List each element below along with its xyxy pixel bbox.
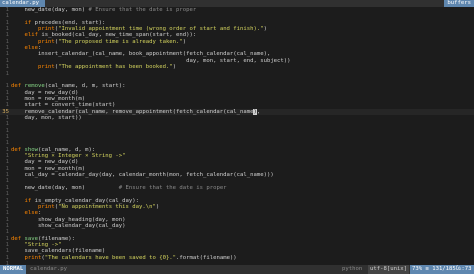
buffers-indicator[interactable]: buffers xyxy=(444,0,474,7)
code-token: else xyxy=(24,210,38,217)
code-token: mon = new_month(m) xyxy=(11,165,86,172)
code-token: show_calendar_day(cal_day) xyxy=(11,222,126,229)
code-token: day, mon, start)) xyxy=(11,114,82,121)
code-token: cal_day = calendar_day(day, calendar_mon… xyxy=(11,172,274,179)
code-token: precedes(end, start): xyxy=(31,19,106,26)
code-token: , xyxy=(256,108,261,115)
code-token: print xyxy=(37,38,55,45)
code-token: "Invalid appointment time (wrong order o… xyxy=(58,26,264,33)
code-token: : xyxy=(37,210,42,217)
code-token: .format(filename)) xyxy=(176,254,237,261)
code-token: mon = new_month(m) xyxy=(11,95,86,102)
status-filename: calendar.py xyxy=(30,266,68,272)
code-token: save_calendars(filename) xyxy=(11,248,106,255)
code-token: is_booked(cal_day, new_time_span(start, … xyxy=(37,32,197,39)
code-token: print xyxy=(24,254,42,261)
code-area[interactable]: 1 new_date(day, mon) # Ensure that the d… xyxy=(0,7,474,267)
code-token: "The appointment has been booked." xyxy=(58,64,173,71)
code-token: (cal_name, d, m, start): xyxy=(44,83,126,90)
code-token: show_day_heading(day, mon) xyxy=(11,216,126,223)
code-token: else xyxy=(24,45,38,52)
code-token: def xyxy=(11,146,22,153)
code-token: save xyxy=(24,235,38,242)
code-token: # Ensure that the date is proper xyxy=(118,184,227,191)
status-encoding: utf-8[unix] xyxy=(368,265,410,274)
code-token: ) xyxy=(172,64,177,71)
code-token: "No appointments this day.\n" xyxy=(58,203,156,210)
code-token: remove_calendar(cal_name, remove_appoint… xyxy=(11,108,254,115)
code-token: def xyxy=(11,83,22,90)
tab-line: calendar.py buffers xyxy=(0,0,474,7)
code-token: elif xyxy=(24,32,38,39)
code-token: new_date(day, mon) xyxy=(11,7,89,13)
code-token: ) xyxy=(182,38,187,45)
status-line: NORMAL calendar.py python utf-8[unix] 73… xyxy=(0,265,474,274)
code-token: day = new_day(d) xyxy=(11,89,79,96)
code-token: remove xyxy=(24,83,45,90)
code-token: ) xyxy=(155,203,160,210)
vim-editor-window: calendar.py buffers 1 new_date(day, mon)… xyxy=(0,0,474,274)
code-token: : xyxy=(37,45,42,52)
code-token: (filename): xyxy=(37,235,76,242)
code-token: # Ensure that the date is proper xyxy=(88,7,197,13)
code-token: (cal_name, d, m): xyxy=(37,146,96,153)
code-token: print xyxy=(37,26,55,33)
code-token: def xyxy=(11,235,22,242)
code-token: day, mon, start, end, subject)) xyxy=(11,57,291,64)
code-token: insert_calendar_(cal_name, book_appointm… xyxy=(11,51,271,58)
code-token: show xyxy=(24,146,38,153)
code-token: day = new_day(d) xyxy=(11,159,79,166)
mode-indicator: NORMAL xyxy=(0,265,27,274)
tab-calendar-py[interactable]: calendar.py xyxy=(0,0,46,7)
code-token: new_date(day, mon) xyxy=(11,184,119,191)
code-token: print xyxy=(37,64,55,71)
code-token: "The calendars have been saved to {0}." xyxy=(44,254,177,261)
code-token: print xyxy=(37,203,55,210)
code-token: is_empty_calendar_day(cal_day): xyxy=(31,197,140,204)
code-token: start = convert_time(start) xyxy=(11,102,116,109)
status-filetype: python xyxy=(342,266,363,272)
code-token: "The proposed time is already taken." xyxy=(58,38,183,45)
status-cursor-position: 73% ≡ 131/185㏇:73 xyxy=(410,265,474,274)
code-token: ) xyxy=(263,26,267,33)
code-token: "String × Integer × String ->" xyxy=(24,153,126,160)
code-token: "String ->" xyxy=(24,241,62,248)
